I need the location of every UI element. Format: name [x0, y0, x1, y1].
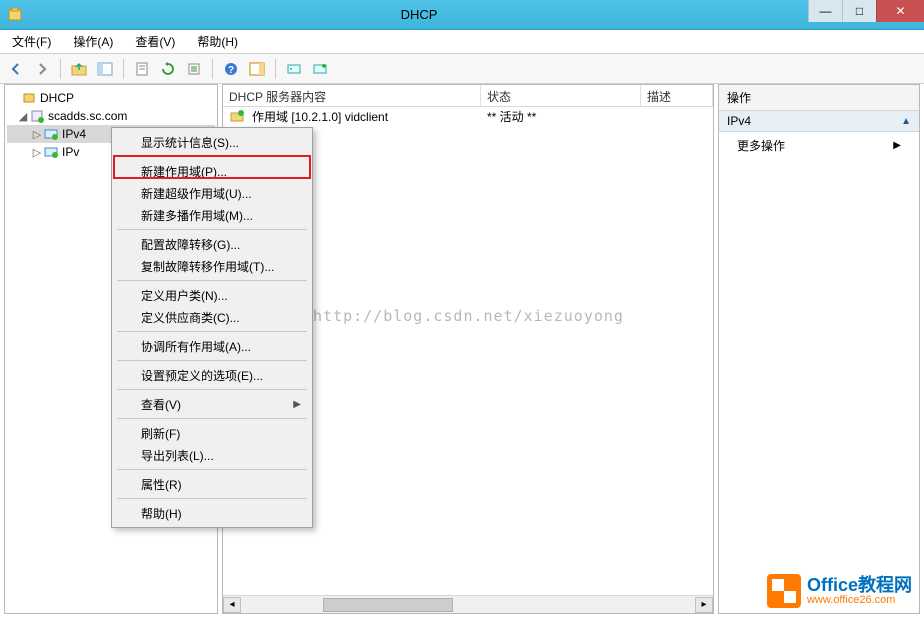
ctx-configure-failover[interactable]: 配置故障转移(G)...	[115, 233, 309, 255]
cell-status: ** 活动 **	[481, 108, 641, 125]
watermark-text: http://blog.csdn.net/xiezuoyong	[313, 307, 624, 325]
ctx-reconcile-scopes[interactable]: 协调所有作用域(A)...	[115, 335, 309, 357]
ctx-new-scope[interactable]: 新建作用域(P)...	[115, 160, 309, 182]
action-pane: 操作 IPv4 ▲ 更多操作 ▶	[718, 84, 920, 614]
ctx-replicate-failover[interactable]: 复制故障转移作用域(T)...	[115, 255, 309, 277]
list-row[interactable]: 作用域 [10.2.1.0] vidclient ** 活动 **	[223, 107, 713, 125]
ctx-export-list[interactable]: 导出列表(L)...	[115, 444, 309, 466]
action-pane-icon[interactable]	[247, 59, 267, 79]
scope-icon	[229, 108, 245, 124]
ipv4-icon	[43, 126, 59, 142]
cell-name: 作用域 [10.2.1.0] vidclient	[252, 108, 388, 125]
menu-action[interactable]: 操作(A)	[69, 31, 117, 52]
dhcp-root-icon	[21, 90, 37, 106]
ctx-define-vendor-classes[interactable]: 定义供应商类(C)...	[115, 306, 309, 328]
ctx-set-predefined-options[interactable]: 设置预定义的选项(E)...	[115, 364, 309, 386]
column-header-content[interactable]: DHCP 服务器内容	[223, 85, 481, 106]
action-group-ipv4[interactable]: IPv4 ▲	[719, 111, 919, 132]
collapse-caret-icon: ▲	[901, 116, 911, 127]
horizontal-scrollbar[interactable]: ◂ ▸	[223, 595, 713, 613]
window-buttons: — □ ✕	[808, 0, 924, 29]
menu-help[interactable]: 帮助(H)	[193, 31, 242, 52]
menu-separator	[117, 280, 307, 281]
server-icon	[29, 108, 45, 124]
ctx-new-superscope[interactable]: 新建超级作用域(U)...	[115, 182, 309, 204]
ctx-help[interactable]: 帮助(H)	[115, 502, 309, 524]
ctx-show-stats[interactable]: 显示统计信息(S)...	[115, 131, 309, 153]
window-title: DHCP	[30, 7, 808, 22]
title-bar: DHCP — □ ✕	[0, 0, 924, 30]
dhcp-server-add-icon[interactable]	[310, 59, 330, 79]
menu-separator	[117, 498, 307, 499]
list-header: DHCP 服务器内容 状态 描述	[223, 85, 713, 107]
show-hide-tree-icon[interactable]	[95, 59, 115, 79]
tree-label: scadds.sc.com	[48, 109, 127, 123]
svg-text:?: ?	[228, 65, 234, 76]
submenu-arrow-icon: ▶	[893, 140, 901, 151]
nav-back-button[interactable]	[6, 59, 26, 79]
nav-forward-button[interactable]	[32, 59, 52, 79]
expand-caret-icon[interactable]: ◢	[17, 110, 29, 123]
expand-caret-icon[interactable]: ▷	[31, 128, 43, 141]
menu-file[interactable]: 文件(F)	[8, 31, 55, 52]
refresh-icon[interactable]	[158, 59, 178, 79]
minimize-button[interactable]: —	[808, 0, 842, 22]
tree-root-dhcp[interactable]: DHCP	[7, 89, 215, 107]
tree-label: IPv	[62, 145, 79, 159]
menu-separator	[117, 360, 307, 361]
action-group-label: IPv4	[727, 114, 751, 128]
ctx-properties[interactable]: 属性(R)	[115, 473, 309, 495]
help-icon[interactable]: ?	[221, 59, 241, 79]
context-menu: 显示统计信息(S)... 新建作用域(P)... 新建超级作用域(U)... 新…	[111, 127, 313, 528]
maximize-button[interactable]: □	[842, 0, 876, 22]
menu-separator	[117, 156, 307, 157]
menu-separator	[117, 389, 307, 390]
menu-bar: 文件(F) 操作(A) 查看(V) 帮助(H)	[0, 30, 924, 54]
action-pane-title: 操作	[719, 85, 919, 111]
menu-separator	[117, 229, 307, 230]
tree-label: DHCP	[40, 91, 74, 105]
export-list-icon[interactable]	[184, 59, 204, 79]
expand-caret-icon[interactable]: ▷	[31, 146, 43, 159]
ctx-view[interactable]: 查看(V)▶	[115, 393, 309, 415]
column-header-status[interactable]: 状态	[481, 85, 641, 106]
toolbar: ?	[0, 54, 924, 84]
ctx-new-multicast[interactable]: 新建多播作用域(M)...	[115, 204, 309, 226]
properties-icon[interactable]	[132, 59, 152, 79]
tree-label: IPv4	[62, 127, 86, 141]
scroll-left-button[interactable]: ◂	[223, 597, 241, 613]
action-more[interactable]: 更多操作 ▶	[719, 132, 919, 159]
menu-separator	[117, 469, 307, 470]
close-button[interactable]: ✕	[876, 0, 924, 22]
submenu-arrow-icon: ▶	[293, 399, 301, 410]
dhcp-server-icon[interactable]	[284, 59, 304, 79]
column-header-desc[interactable]: 描述	[641, 85, 713, 106]
up-folder-icon[interactable]	[69, 59, 89, 79]
scroll-right-button[interactable]: ▸	[695, 597, 713, 613]
tree-server[interactable]: ◢ scadds.sc.com	[7, 107, 215, 125]
menu-view[interactable]: 查看(V)	[131, 31, 179, 52]
scroll-thumb[interactable]	[323, 598, 453, 612]
menu-separator	[117, 418, 307, 419]
app-icon	[0, 7, 30, 23]
ctx-define-user-classes[interactable]: 定义用户类(N)...	[115, 284, 309, 306]
ctx-refresh[interactable]: 刷新(F)	[115, 422, 309, 444]
menu-separator	[117, 331, 307, 332]
ipv6-icon	[43, 144, 59, 160]
action-label: 更多操作	[737, 137, 785, 154]
